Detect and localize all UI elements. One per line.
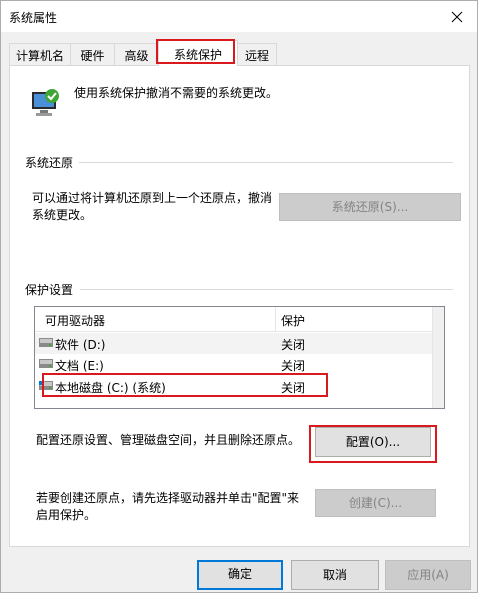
title-bar: 系统属性 (1, 1, 477, 32)
tab-hardware[interactable]: 硬件 (70, 43, 115, 65)
divider (68, 162, 453, 163)
protection-settings-label: 保护设置 (25, 281, 80, 298)
drive-status: 关闭 (281, 359, 306, 373)
tab-label: 系统保护 (173, 48, 222, 62)
close-icon (451, 11, 463, 22)
intro-text: 使用系统保护撤消不需要的系统更改。 (74, 86, 279, 100)
list-item[interactable]: 本地磁盘 (C:) (系统) 关闭 (35, 376, 433, 397)
create-button[interactable]: 创建(C)... (315, 489, 436, 517)
tab-system-protection[interactable]: 系统保护 (158, 40, 238, 66)
divider (80, 289, 453, 290)
system-restore-button[interactable]: 系统还原(S)... (279, 193, 461, 221)
close-button[interactable] (437, 1, 477, 32)
tab-panel: 使用系统保护撤消不需要的系统更改。 系统还原 可以通过将计算机还原到上一个还原点… (9, 65, 470, 547)
tab-advanced[interactable]: 高级 (114, 43, 159, 65)
restore-description: 可以通过将计算机还原到上一个还原点，撤消 系统更改。 (32, 190, 272, 224)
configure-description: 配置还原设置、管理磁盘空间，并且删除还原点。 (36, 433, 301, 447)
create-description-line: 启用保护。 (36, 508, 97, 522)
drive-name: 文档 (E:) (55, 359, 104, 373)
drive-list[interactable]: 可用驱动器 保护 软件 (D:) 关闭 文档 (E:) 关闭 本地磁盘 (C:)… (34, 306, 445, 409)
drive-icon (39, 359, 53, 368)
list-item[interactable]: 文档 (E:) 关闭 (35, 354, 433, 375)
cancel-button[interactable]: 取消 (291, 560, 379, 590)
system-drive-icon (39, 381, 53, 390)
drive-icon (39, 338, 53, 347)
tab-label: 远程 (244, 49, 269, 63)
tab-label: 硬件 (80, 49, 105, 63)
create-description: 若要创建还原点，请先选择驱动器并单击"配置"来 启用保护。 (36, 490, 299, 524)
tab-label: 计算机名 (15, 49, 64, 63)
ok-button[interactable]: 确定 (197, 560, 283, 590)
drive-status: 关闭 (281, 338, 306, 352)
system-properties-window: 系统属性 计算机名 硬件 高级 系统保护 远程 使用系统保护撤消不需要的系统更改… (0, 0, 478, 593)
system-restore-label: 系统还原 (25, 154, 80, 171)
window-title: 系统属性 (9, 11, 58, 25)
column-header-protection[interactable]: 保护 (281, 312, 305, 329)
list-header: 可用驱动器 保护 (35, 307, 433, 332)
restore-description-line: 可以通过将计算机还原到上一个还原点，撤消 (32, 191, 273, 205)
tab-computer-name[interactable]: 计算机名 (9, 43, 71, 65)
drive-name: 软件 (D:) (55, 338, 106, 352)
tab-remote[interactable]: 远程 (237, 43, 277, 65)
restore-description-line: 系统更改。 (32, 208, 93, 222)
column-header-drives[interactable]: 可用驱动器 (45, 312, 105, 329)
apply-button[interactable]: 应用(A) (385, 560, 471, 590)
drive-status: 关闭 (281, 381, 306, 395)
list-scrollbar[interactable] (432, 307, 444, 408)
list-item[interactable]: 软件 (D:) 关闭 (35, 333, 433, 354)
create-description-line: 若要创建还原点，请先选择驱动器并单击"配置"来 (36, 491, 300, 505)
tab-label: 高级 (124, 49, 149, 63)
configure-button[interactable]: 配置(O)... (315, 427, 431, 457)
system-protection-icon (32, 89, 59, 116)
drive-name: 本地磁盘 (C:) (系统) (55, 381, 166, 395)
column-separator (275, 307, 276, 332)
